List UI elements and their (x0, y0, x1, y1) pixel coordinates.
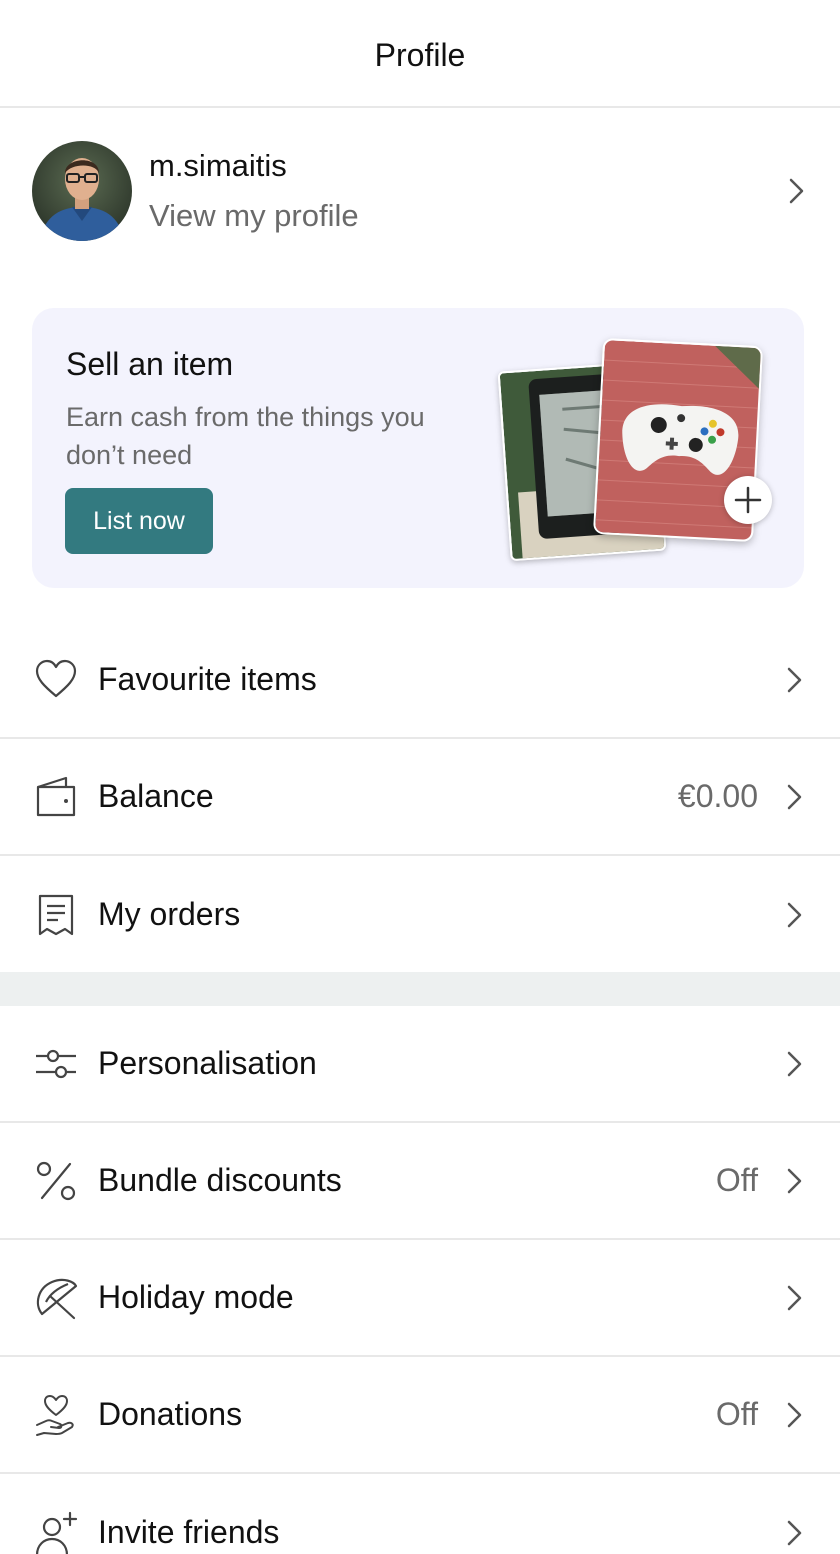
menu-item-holiday-mode[interactable]: Holiday mode (0, 1240, 840, 1357)
sliders-icon (34, 1042, 78, 1086)
percent-icon (34, 1159, 78, 1203)
chevron-right-icon (787, 1520, 802, 1545)
menu-label: Balance (98, 778, 214, 814)
receipt-icon (34, 893, 78, 937)
top-bar: Profile (0, 0, 840, 108)
list-now-button[interactable]: List now (65, 488, 213, 554)
chevron-right-icon (787, 902, 802, 927)
menu-item-bundle-discounts[interactable]: Bundle discounts Off (0, 1123, 840, 1240)
view-profile-row[interactable]: m.simaitis View my profile (0, 108, 840, 274)
menu-label: Donations (98, 1396, 243, 1432)
menu-label: Personalisation (98, 1045, 317, 1081)
sell-card-description: Earn cash from the things you don’t need (66, 402, 425, 470)
menu-item-donations[interactable]: Donations Off (0, 1357, 840, 1474)
add-user-icon (34, 1511, 78, 1554)
chevron-right-icon (787, 1168, 802, 1193)
sell-item-card: Sell an item Earn cash from the things y… (32, 308, 804, 588)
menu-item-favourite-items[interactable]: Favourite items (0, 622, 840, 739)
balance-value: €0.00 (677, 778, 758, 814)
chevron-right-icon (789, 178, 804, 204)
account-menu: Favourite items Balance €0.00 My orders (0, 622, 840, 973)
wallet-icon (34, 775, 78, 819)
chevron-right-icon (787, 667, 802, 692)
umbrella-icon (34, 1276, 78, 1320)
sell-card-title: Sell an item (66, 346, 234, 382)
menu-item-invite-friends[interactable]: Invite friends (0, 1474, 840, 1554)
plus-icon (724, 476, 772, 524)
settings-menu: Personalisation Bundle discounts Off Hol… (0, 1006, 840, 1554)
menu-label: Holiday mode (98, 1279, 294, 1315)
chevron-right-icon (787, 1402, 802, 1427)
heart-icon (34, 658, 78, 702)
username: m.simaitis (149, 148, 287, 183)
menu-label: My orders (98, 896, 241, 932)
avatar (32, 141, 132, 241)
menu-label: Bundle discounts (98, 1162, 342, 1198)
donations-status: Off (715, 1396, 758, 1432)
donation-hand-heart-icon (34, 1393, 78, 1437)
page-title: Profile (374, 36, 466, 73)
chevron-right-icon (787, 1285, 802, 1310)
menu-item-balance[interactable]: Balance €0.00 (0, 739, 840, 856)
menu-item-my-orders[interactable]: My orders (0, 856, 840, 973)
menu-item-personalisation[interactable]: Personalisation (0, 1006, 840, 1123)
bundle-discounts-status: Off (715, 1162, 758, 1198)
section-divider (0, 972, 840, 1006)
chevron-right-icon (787, 784, 802, 809)
menu-label: Invite friends (98, 1514, 280, 1550)
view-profile-link: View my profile (149, 198, 359, 233)
chevron-right-icon (787, 1051, 802, 1076)
menu-label: Favourite items (98, 661, 317, 697)
